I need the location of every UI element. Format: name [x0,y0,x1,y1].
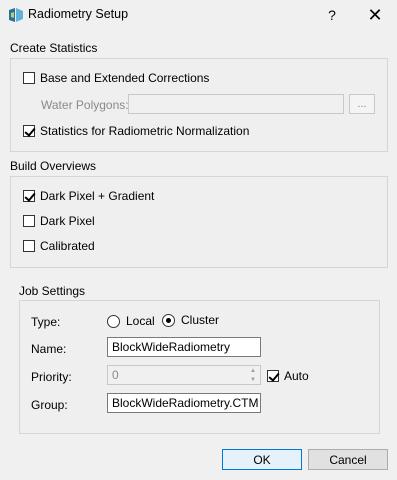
priority-label: Priority: [31,370,72,384]
checkbox-box [23,125,35,137]
app-logo-icon [9,8,23,22]
overview-option-label: Dark Pixel + Gradient [40,189,155,203]
type-option-label: Cluster [181,313,220,327]
type-radio-local[interactable]: Local [107,313,155,329]
checkbox-box [267,370,279,382]
close-button[interactable]: ✕ [355,2,395,28]
overview-option-dark-pixel-gradient[interactable]: Dark Pixel + Gradient [23,188,154,204]
base-extended-checkbox[interactable]: Base and Extended Corrections [23,70,209,86]
overview-option-label: Calibrated [40,239,95,253]
water-polygons-browse-button[interactable]: ... [349,94,375,114]
radio-circle [107,314,120,328]
priority-spinner[interactable]: ▲ ▼ [247,366,259,384]
overview-option-calibrated[interactable]: Calibrated [23,238,95,254]
spin-up-icon[interactable]: ▲ [247,366,259,375]
auto-checkbox[interactable]: Auto [267,368,309,384]
overview-option-label: Dark Pixel [40,214,95,228]
name-field[interactable]: BlockWideRadiometry [107,337,261,357]
priority-field[interactable]: 0 [107,365,261,385]
type-option-label: Local [126,314,155,328]
ok-button[interactable]: OK [222,449,302,470]
name-label: Name: [31,342,67,356]
stats-normalization-checkbox[interactable]: Statistics for Radiometric Normalization [23,123,249,139]
stats-normalization-label: Statistics for Radiometric Normalization [40,124,250,138]
group-field[interactable]: BlockWideRadiometry.CTM [107,393,261,413]
checkbox-box [23,72,35,84]
auto-label: Auto [284,369,309,383]
radio-circle [162,313,175,327]
checkbox-box [23,215,35,227]
cancel-button[interactable]: Cancel [308,449,388,470]
overview-option-dark-pixel[interactable]: Dark Pixel [23,213,95,229]
title-bar: Radiometry Setup ? ✕ [0,0,397,30]
job-settings-heading: Job Settings [19,284,86,298]
checkbox-box [23,240,35,252]
group-label: Group: [31,398,68,412]
window-title: Radiometry Setup [28,7,129,21]
type-label: Type: [31,315,61,329]
help-button[interactable]: ? [312,2,352,28]
water-polygons-label: Water Polygons: [41,98,129,112]
checkbox-box [23,190,35,202]
spin-down-icon[interactable]: ▼ [247,375,259,384]
close-icon: ✕ [367,4,383,25]
build-overviews-heading: Build Overviews [10,159,97,173]
base-extended-label: Base and Extended Corrections [40,71,210,85]
type-radio-cluster[interactable]: Cluster [162,312,219,328]
water-polygons-field[interactable] [128,94,344,114]
help-icon: ? [328,7,336,23]
create-statistics-heading: Create Statistics [10,41,98,55]
